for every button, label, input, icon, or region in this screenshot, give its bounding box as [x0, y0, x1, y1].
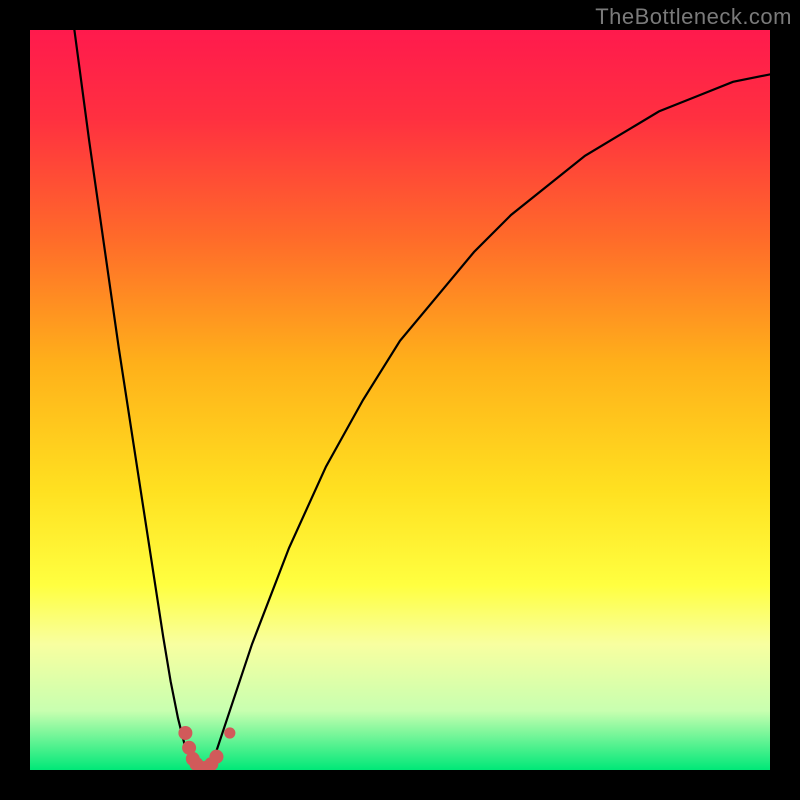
- bottleneck-chart: [30, 30, 770, 770]
- plot-area: [30, 30, 770, 770]
- data-marker: [178, 726, 192, 740]
- data-marker: [209, 750, 223, 764]
- chart-frame: TheBottleneck.com: [0, 0, 800, 800]
- watermark-text: TheBottleneck.com: [595, 4, 792, 30]
- data-marker: [224, 727, 235, 738]
- gradient-background: [30, 30, 770, 770]
